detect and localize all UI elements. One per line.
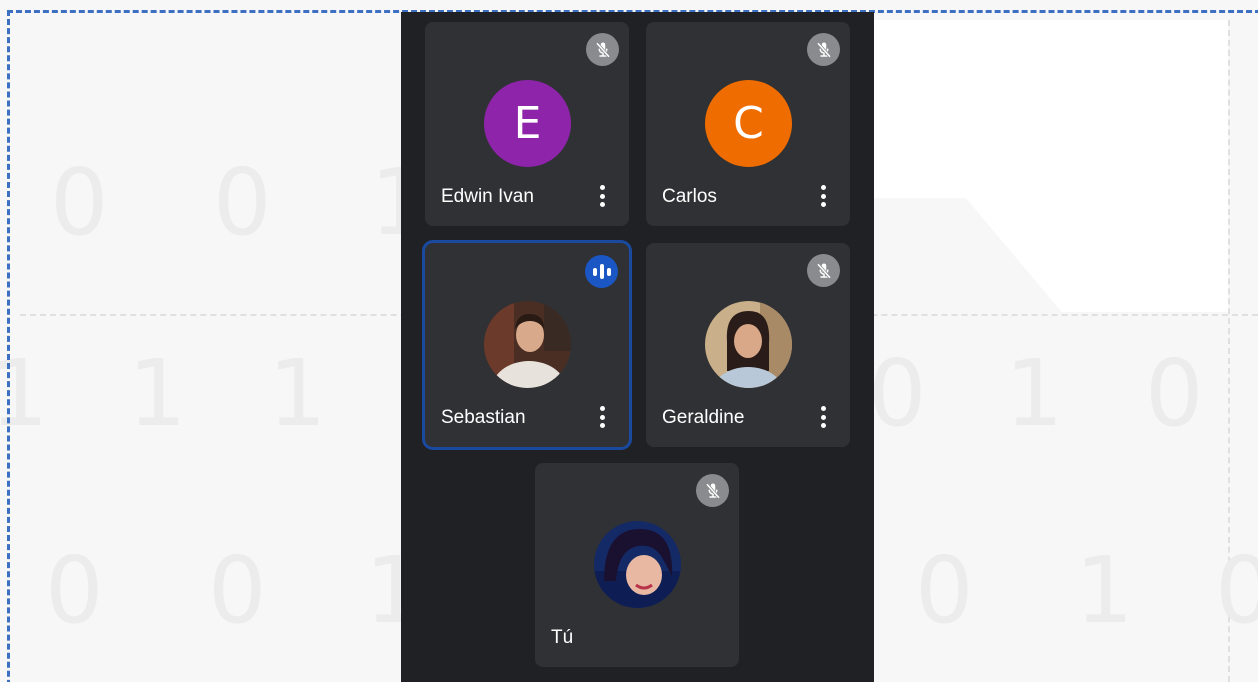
participant-name: Sebastian [441, 407, 526, 428]
avatar-initial: C [705, 80, 792, 167]
participant-tile-sebastian[interactable]: Sebastian [425, 243, 629, 447]
muted-mic-icon [807, 254, 840, 287]
participant-name: Tú [551, 627, 574, 648]
more-vert-icon[interactable] [597, 182, 607, 210]
muted-mic-icon [586, 33, 619, 66]
more-vert-icon[interactable] [597, 403, 607, 431]
participant-grid: E Edwin Ivan C Carlos Sebastian Geraldin… [401, 12, 874, 682]
avatar-photo [594, 521, 681, 608]
muted-mic-icon [696, 474, 729, 507]
speaking-indicator-icon [585, 255, 618, 288]
avatar-photo [705, 301, 792, 388]
participant-tile-edwin-ivan[interactable]: E Edwin Ivan [425, 22, 629, 226]
participant-tile-self[interactable]: Tú [535, 463, 739, 667]
avatar-initial: E [484, 80, 571, 167]
participant-name: Carlos [662, 186, 717, 207]
more-vert-icon[interactable] [818, 182, 828, 210]
participant-tile-carlos[interactable]: C Carlos [646, 22, 850, 226]
more-vert-icon[interactable] [818, 403, 828, 431]
avatar-photo [484, 301, 571, 388]
participant-name: Edwin Ivan [441, 186, 534, 207]
muted-mic-icon [807, 33, 840, 66]
participant-name: Geraldine [662, 407, 745, 428]
participant-tile-geraldine[interactable]: Geraldine [646, 243, 850, 447]
